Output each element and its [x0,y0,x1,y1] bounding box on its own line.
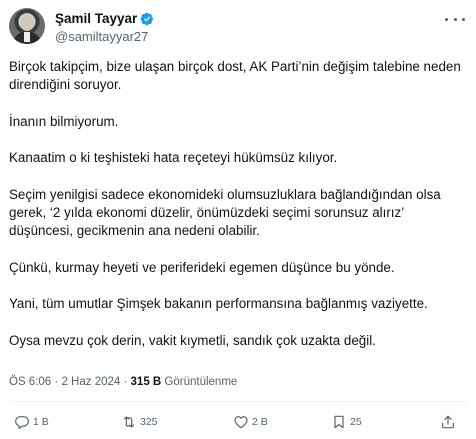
more-dot [462,17,465,21]
tweet-header: Şamil Tayyar @samiltayyar27 [9,8,467,46]
more-horizontal-icon[interactable] [445,12,465,26]
display-name[interactable]: Şamil Tayyar [55,11,137,26]
divider [9,401,467,402]
verified-badge-icon [140,12,154,25]
tweet-time[interactable]: ÖS 6:06 [9,376,51,388]
tweet-paragraph: Seçim yenilgisi sadece ekonomideki olums… [9,186,441,239]
views-label: Görüntülenme [164,376,238,388]
tweet-paragraph: Yani, tüm umutlar Şimşek bakanın perform… [9,296,428,312]
action-bar: 1 B 325 2 B 25 [0,414,476,432]
more-dot [445,17,448,21]
like-count: 2 B [252,416,268,428]
reply-button[interactable]: 1 B [14,414,49,430]
tweet-paragraph: Çünkü, kurmay heyeti ve periferideki ege… [9,259,395,275]
share-icon [442,415,454,429]
share-button[interactable] [440,414,456,430]
author-handle[interactable]: @samiltayyar27 [55,29,154,44]
more-dot [453,17,457,21]
avatar[interactable] [9,8,45,44]
display-name-row: Şamil Tayyar [55,10,154,27]
avatar-face [20,15,34,31]
tweet-meta: ÖS 6:06 · 2 Haz 2024 · 315 B Görüntülenm… [9,376,237,388]
meta-separator: · [54,376,59,388]
tweet-paragraph: İnanın bilmiyorum. [9,113,119,129]
bookmark-button[interactable]: 25 [331,414,362,430]
heart-icon [234,416,248,429]
reply-icon [15,416,29,429]
retweet-button[interactable]: 325 [121,414,158,430]
bookmark-count: 25 [350,416,362,428]
avatar-shirt [24,32,30,42]
like-button[interactable]: 2 B [233,414,268,430]
tweet-paragraph: Oysa mevzu çok derin, vakit kıymetli, sa… [9,332,376,348]
meta-separator: · [123,376,128,388]
author-names: Şamil Tayyar @samiltayyar27 [55,10,154,44]
tweet-paragraph: Kanaatim o ki teşhisteki hata reçeteyi h… [9,150,338,166]
retweet-count: 325 [140,416,158,428]
reply-count: 1 B [33,416,49,428]
retweet-icon [123,416,135,428]
tweet-date[interactable]: 2 Haz 2024 [61,376,120,388]
tweet-text: Birçok takipçim, bize ulaşan birçok dost… [9,58,467,368]
tweet-paragraph: Birçok takipçim, bize ulaşan birçok dost… [9,59,461,93]
bookmark-icon [334,415,344,429]
views-count: 315 B [130,376,162,388]
